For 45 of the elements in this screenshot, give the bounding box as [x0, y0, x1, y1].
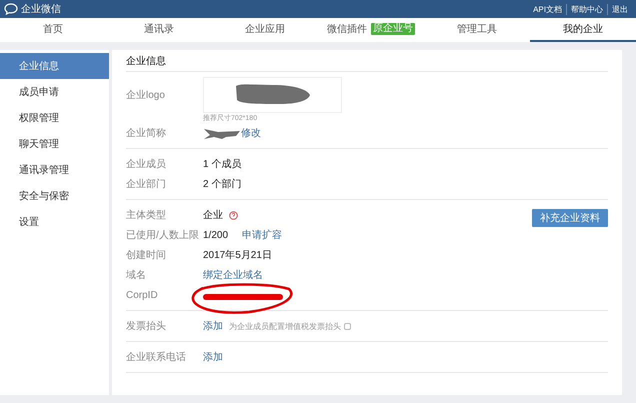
sidebar-item[interactable]: 成员申请 [0, 79, 109, 105]
nav-tab[interactable]: 通讯录 [106, 18, 212, 42]
nav-tab[interactable]: 首页 [0, 18, 106, 42]
field-label: 企业联系电话 [126, 350, 187, 364]
field-label: 企业部门 [126, 178, 167, 191]
field-value: 2017年5月21日 [203, 249, 272, 262]
field-label: 企业简称 [126, 126, 167, 140]
app-title: 企业微信 [21, 2, 61, 16]
field-value: 企业 [203, 208, 223, 222]
nav-tab[interactable]: 企业应用 [212, 18, 318, 42]
nav-tab[interactable]: 我的企业 [530, 18, 636, 42]
add-link[interactable]: 绑定企业域名 [203, 268, 263, 282]
field-label: 域名 [126, 268, 147, 282]
expand-link[interactable]: 申请扩容 [242, 228, 282, 242]
sidebar-item[interactable]: 通讯录管理 [0, 157, 109, 183]
add-link[interactable]: 添加 [203, 319, 223, 333]
field-value: 1/200 [203, 230, 228, 240]
field-label: 已使用/人数上限 [126, 228, 200, 242]
chat-bubble-icon [4, 3, 18, 15]
field-label: 发票抬头 [126, 320, 167, 333]
logo-upload-box[interactable] [203, 77, 342, 113]
invoice-note: 为企业成员配置增值税发票抬头 [229, 320, 341, 332]
badge: 原企业号 [371, 23, 415, 35]
header-link[interactable]: 退出 [607, 4, 632, 14]
edit-link[interactable]: 修改 [241, 126, 261, 140]
field-label: 企业成员 [126, 158, 167, 171]
redaction-scribble [203, 127, 241, 139]
panel-title: 企业信息 [126, 50, 608, 72]
header-link[interactable]: 帮助中心 [566, 4, 607, 14]
nav-tab[interactable]: 微信插件 原企业号 [318, 18, 424, 42]
sidebar-item[interactable]: 企业信息 [0, 53, 109, 79]
sidebar-item[interactable]: 聊天管理 [0, 131, 109, 157]
add-link[interactable]: 添加 [203, 350, 223, 364]
sidebar-item[interactable]: 安全与保密 [0, 183, 109, 209]
field-label: 创建时间 [126, 248, 167, 262]
field-label: CorpID [126, 290, 159, 300]
field-value: 2 个部门 [203, 178, 242, 191]
nav-tab[interactable]: 管理工具 [424, 18, 530, 42]
field-label: 主体类型 [126, 208, 167, 222]
field-value: 1 个成员 [203, 158, 242, 171]
header-link[interactable]: API文档 [529, 4, 566, 14]
complete-info-button[interactable]: 补充企业资料 [532, 209, 608, 227]
field-label: 企业logo [126, 88, 166, 102]
sidebar-item[interactable]: 设置 [0, 209, 109, 235]
sidebar-item[interactable]: 权限管理 [0, 105, 109, 131]
